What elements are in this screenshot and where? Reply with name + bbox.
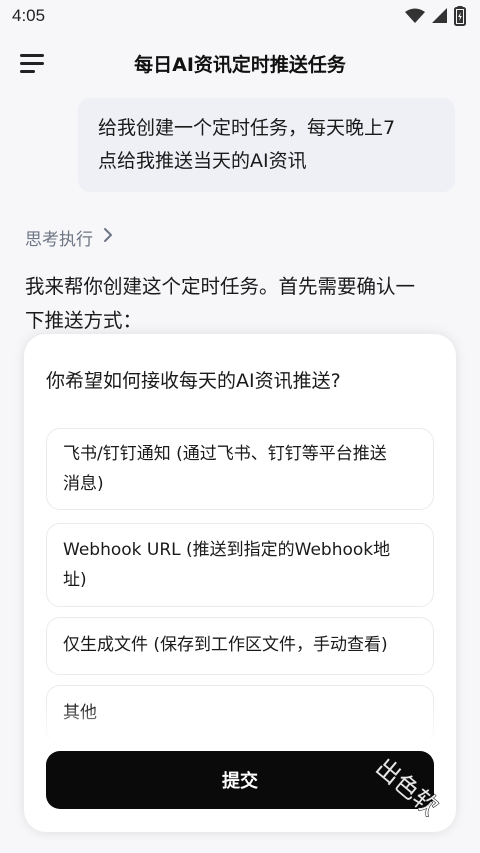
app-screen: 4:05 每日AI资讯定时推送任务 给我创建一个定时任务，每天晚上7 点给我推送…	[0, 0, 480, 853]
question-card: 你希望如何接收每天的AI资讯推送? 飞书/钉钉通知 (通过飞书、钉钉等平台推送 …	[24, 334, 456, 832]
user-message-bubble: 给我创建一个定时任务，每天晚上7 点给我推送当天的AI资讯	[78, 98, 455, 192]
status-time: 4:05	[12, 6, 46, 25]
thinking-label: 思考执行	[25, 229, 93, 250]
option-other[interactable]: 其他	[46, 685, 434, 743]
status-icons	[405, 6, 466, 26]
option-label: 址)	[63, 570, 87, 590]
option-generate-file-only[interactable]: 仅生成文件 (保存到工作区文件，手动查看)	[46, 617, 434, 675]
chevron-right-icon	[103, 227, 113, 248]
option-label: 消息)	[63, 474, 104, 494]
assistant-message-line: 我来帮你创建这个定时任务。首先需要确认一	[25, 275, 416, 298]
assistant-message-line: 下推送方式：	[25, 309, 143, 332]
wifi-icon	[405, 8, 425, 24]
page-title: 每日AI资讯定时推送任务	[134, 54, 346, 76]
option-label: 仅生成文件 (保存到工作区文件，手动查看)	[63, 635, 388, 655]
question-title: 你希望如何接收每天的AI资讯推送?	[46, 370, 341, 392]
battery-icon	[454, 6, 466, 26]
assistant-message: 我来帮你创建这个定时任务。首先需要确认一 下推送方式：	[25, 270, 465, 338]
option-label: Webhook URL (推送到指定的Webhook地	[63, 540, 391, 560]
option-webhook-url[interactable]: Webhook URL (推送到指定的Webhook地 址)	[46, 523, 434, 607]
app-header: 每日AI资讯定时推送任务	[0, 32, 480, 96]
submit-button[interactable]: 提交	[46, 751, 434, 809]
option-label: 飞书/钉钉通知 (通过飞书、钉钉等平台推送	[63, 444, 387, 464]
user-message-line: 点给我推送当天的AI资讯	[98, 150, 307, 172]
signal-icon	[431, 8, 448, 24]
user-message-line: 给我创建一个定时任务，每天晚上7	[98, 117, 396, 139]
option-label: 其他	[63, 703, 97, 723]
status-bar: 4:05	[0, 0, 480, 32]
option-feishu-dingtalk[interactable]: 飞书/钉钉通知 (通过飞书、钉钉等平台推送 消息)	[46, 428, 434, 510]
thinking-toggle[interactable]: 思考执行	[25, 224, 113, 250]
